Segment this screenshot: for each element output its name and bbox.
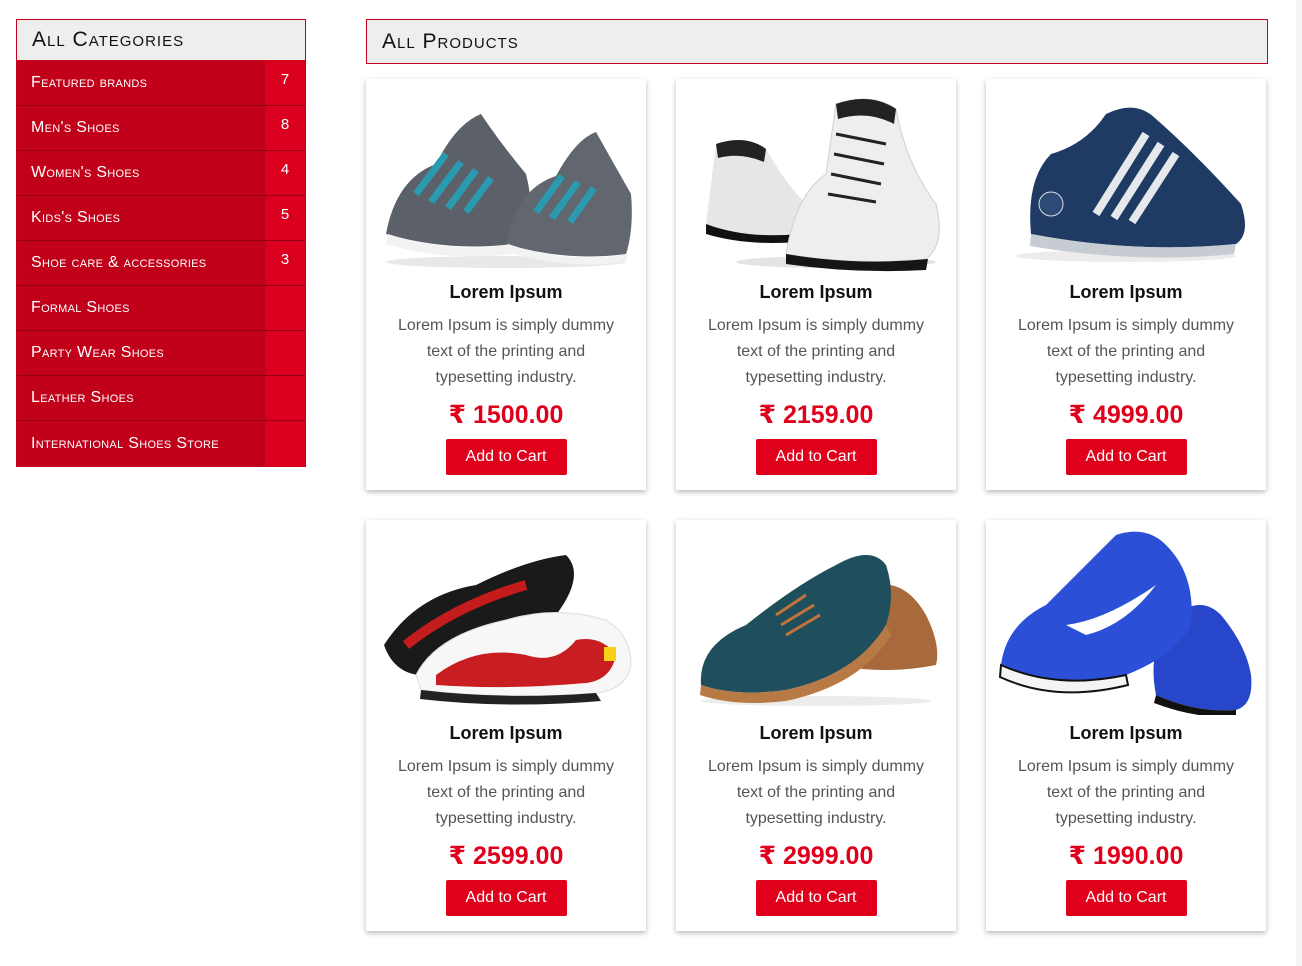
add-to-cart-button[interactable]: Add to Cart — [755, 880, 877, 916]
product-image[interactable] — [986, 520, 1266, 720]
category-item-shoe-care[interactable]: Shoe care & accessories 3 — [17, 241, 305, 286]
category-label: Featured brands — [31, 74, 148, 91]
product-price: ₹ 1990.00 — [1068, 842, 1184, 870]
category-count: 5 — [265, 196, 305, 240]
sidebar-header: All Categories — [17, 20, 305, 61]
product-description: Lorem Ipsum is simply dummy text of the … — [707, 758, 925, 827]
category-label: Men's Shoes — [31, 119, 120, 136]
product-card: Lorem Ipsum Lorem Ipsum is simply dummy … — [676, 79, 956, 490]
product-name: Lorem Ipsum — [759, 723, 873, 743]
category-sidebar: All Categories Featured brands 7 Men's S… — [16, 19, 306, 467]
product-description: Lorem Ipsum is simply dummy text of the … — [397, 317, 615, 386]
product-image[interactable] — [366, 79, 646, 279]
products-title: All Products — [382, 29, 519, 53]
category-item-leather-shoes[interactable]: Leather Shoes — [17, 376, 305, 421]
category-count — [265, 376, 305, 420]
product-name: Lorem Ipsum — [1069, 723, 1183, 743]
category-label: International Shoes Store — [31, 434, 219, 452]
product-price: ₹ 2159.00 — [758, 401, 874, 429]
category-count — [265, 286, 305, 330]
red-white-racing-shoe-image — [384, 555, 632, 705]
category-item-womens-shoes[interactable]: Women's Shoes 4 — [17, 151, 305, 196]
category-item-mens-shoes[interactable]: Men's Shoes 8 — [17, 106, 305, 151]
product-name: Lorem Ipsum — [449, 723, 563, 743]
product-name: Lorem Ipsum — [759, 282, 873, 302]
category-count: 4 — [265, 151, 305, 195]
navy-sneaker-image — [1016, 107, 1245, 262]
category-item-international-store[interactable]: International Shoes Store — [17, 421, 305, 466]
product-card: Lorem Ipsum Lorem Ipsum is simply dummy … — [986, 520, 1266, 931]
product-price: ₹ 2999.00 — [758, 842, 874, 870]
product-card: Lorem Ipsum Lorem Ipsum is simply dummy … — [366, 520, 646, 931]
category-count — [265, 331, 305, 375]
category-item-kids-shoes[interactable]: Kids's Shoes 5 — [17, 196, 305, 241]
product-image[interactable] — [366, 520, 646, 720]
category-label: Shoe care & accessories — [31, 254, 207, 271]
product-name: Lorem Ipsum — [449, 282, 563, 302]
add-to-cart-button[interactable]: Add to Cart — [445, 439, 567, 475]
product-description: Lorem Ipsum is simply dummy text of the … — [1017, 317, 1235, 386]
product-price: ₹ 4999.00 — [1068, 401, 1184, 429]
product-description: Lorem Ipsum is simply dummy text of the … — [707, 317, 925, 386]
add-to-cart-button[interactable]: Add to Cart — [1065, 880, 1187, 916]
add-to-cart-button[interactable]: Add to Cart — [445, 880, 567, 916]
add-to-cart-button[interactable]: Add to Cart — [755, 439, 877, 475]
category-item-party-wear-shoes[interactable]: Party Wear Shoes — [17, 331, 305, 376]
category-label: Kids's Shoes — [31, 209, 121, 226]
category-label: Formal Shoes — [31, 299, 130, 316]
product-image[interactable] — [676, 520, 956, 720]
add-to-cart-button[interactable]: Add to Cart — [1065, 439, 1187, 475]
category-count: 8 — [265, 106, 305, 150]
product-image[interactable] — [676, 79, 956, 279]
product-image[interactable] — [986, 79, 1266, 279]
category-label: Leather Shoes — [31, 389, 134, 406]
sidebar-title: All Categories — [32, 28, 185, 51]
teal-suede-loafer-image — [700, 555, 938, 706]
category-count: 7 — [265, 61, 305, 105]
category-label: Party Wear Shoes — [31, 344, 165, 361]
blue-sport-shoe-image — [998, 531, 1252, 715]
products-header: All Products — [366, 19, 1268, 64]
category-count: 3 — [265, 241, 305, 285]
category-count — [265, 421, 305, 466]
category-item-formal-shoes[interactable]: Formal Shoes — [17, 286, 305, 331]
category-item-featured-brands[interactable]: Featured brands 7 — [17, 61, 305, 106]
page-scrollbar[interactable] — [1296, 0, 1302, 966]
product-card: Lorem Ipsum Lorem Ipsum is simply dummy … — [676, 520, 956, 931]
white-high-top-boot-image — [706, 98, 940, 272]
category-label: Women's Shoes — [31, 164, 140, 181]
product-price: ₹ 1500.00 — [448, 401, 564, 429]
product-price: ₹ 2599.00 — [448, 842, 564, 870]
product-description: Lorem Ipsum is simply dummy text of the … — [1017, 758, 1235, 827]
grey-teal-running-shoe-image — [386, 114, 632, 268]
product-card: Lorem Ipsum Lorem Ipsum is simply dummy … — [986, 79, 1266, 490]
product-name: Lorem Ipsum — [1069, 282, 1183, 302]
product-description: Lorem Ipsum is simply dummy text of the … — [397, 758, 615, 827]
product-card: Lorem Ipsum Lorem Ipsum is simply dummy … — [366, 79, 646, 490]
